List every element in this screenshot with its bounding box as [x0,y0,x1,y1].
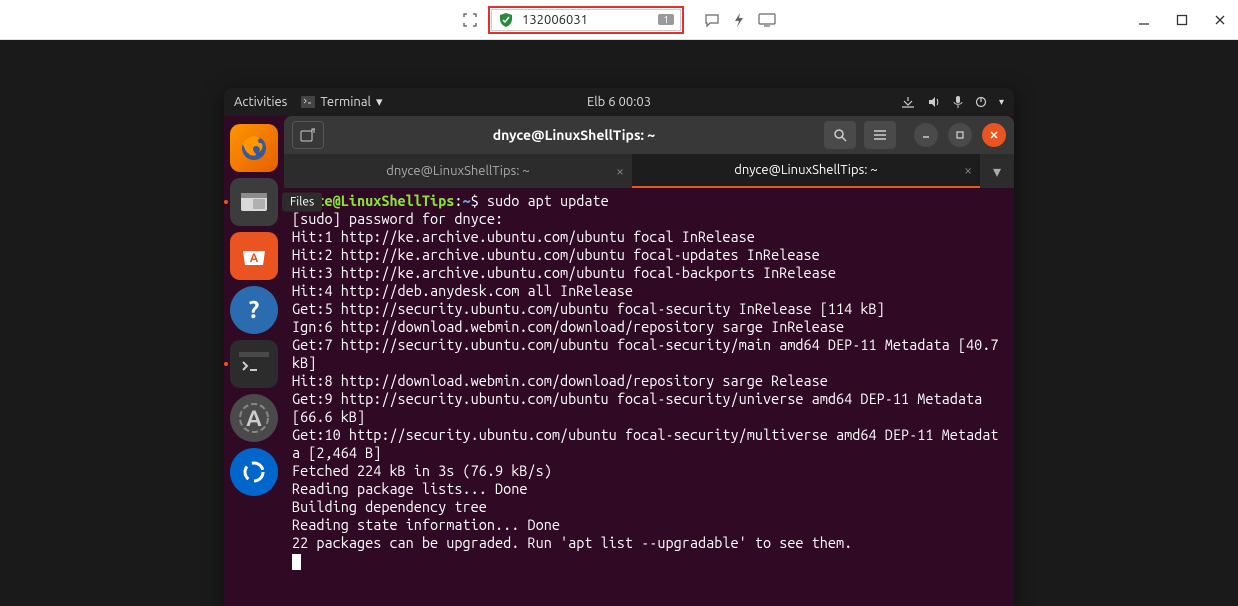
terminal-title: dnyce@LinuxShellTips: ~ [332,127,816,143]
close-button[interactable] [1210,10,1230,30]
terminal-small-icon [301,96,315,108]
terminal-tabs: dnyce@LinuxShellTips: ~ × dnyce@LinuxShe… [284,154,1014,188]
dock-running-indicator [224,200,228,204]
shield-icon [498,12,514,28]
activities-button[interactable]: Activities [234,95,287,109]
chevron-down-icon: ▾ [376,95,383,110]
topbar-clock[interactable]: Elb 6 00:03 [587,95,651,109]
dock-files[interactable]: Files [230,178,278,226]
terminal-close[interactable] [982,123,1006,147]
terminal-minimize[interactable] [914,123,938,147]
terminal-body[interactable]: dnyce@LinuxShellTips:~$ sudo apt update … [284,188,1014,606]
mic-icon[interactable] [953,95,963,109]
topbar-right: ▾ [901,95,1004,109]
anydesk-id-text: 132006031 [522,13,650,27]
power-icon[interactable] [975,96,987,108]
ubuntu-desktop-region: Activities Terminal ▾ Elb 6 00:03 ▾ [224,88,1014,606]
close-icon[interactable]: × [964,162,972,178]
anydesk-id-field[interactable]: 132006031 1 [491,9,681,31]
terminal-tab-label: dnyce@LinuxShellTips: ~ [386,164,529,178]
tabs-menu-button[interactable]: ▾ [980,154,1014,188]
close-icon[interactable]: × [616,163,624,179]
network-icon[interactable] [901,96,915,108]
anydesk-center: 132006031 1 [462,6,776,34]
anydesk-id-highlight: 132006031 1 [488,6,684,34]
chevron-down-icon[interactable]: ▾ [999,96,1004,108]
minimize-button[interactable] [1134,10,1154,30]
svg-text:A: A [246,406,262,431]
monitor-icon[interactable] [758,13,776,27]
maximize-button[interactable] [1172,10,1192,30]
dock-running-indicator [224,362,228,366]
terminal-headerbar: dnyce@LinuxShellTips: ~ [284,116,1014,154]
fullscreen-icon[interactable] [462,12,478,28]
new-tab-button[interactable] [292,121,324,149]
ubuntu-dock: Files A ? A [224,116,284,496]
menu-button[interactable] [864,121,896,149]
chat-icon[interactable] [704,12,720,28]
lightning-icon[interactable] [732,12,746,28]
terminal-tab-label: dnyce@LinuxShellTips: ~ [734,163,877,177]
dock-files-tooltip: Files [282,193,322,212]
remote-desktop: Activities Terminal ▾ Elb 6 00:03 ▾ [0,40,1238,606]
gnome-topbar: Activities Terminal ▾ Elb 6 00:03 ▾ [224,88,1014,116]
terminal-window: dnyce@LinuxShellTips: ~ dnyce@LinuxShell… [284,116,1014,606]
anydesk-action-icons [704,12,776,28]
dock-software[interactable]: A [230,232,278,280]
topbar-left: Activities Terminal ▾ [234,95,382,110]
svg-text:?: ? [249,296,260,323]
terminal-maximize[interactable] [948,123,972,147]
dock-firefox[interactable] [230,124,278,172]
topbar-app-label: Terminal [320,95,371,109]
anydesk-titlebar: 132006031 1 [0,0,1238,40]
search-button[interactable] [824,121,856,149]
window-controls [1134,0,1230,40]
dock-help[interactable]: ? [230,286,278,334]
dock-software-updater[interactable]: A [230,394,278,442]
terminal-window-controls [914,123,1006,147]
volume-icon[interactable] [927,96,941,108]
anydesk-session-badge: 1 [658,14,674,25]
terminal-tab-2[interactable]: dnyce@LinuxShellTips: ~ × [632,154,980,188]
terminal-tab-1[interactable]: dnyce@LinuxShellTips: ~ × [284,154,632,188]
svg-text:A: A [250,252,259,265]
dock-anydesk[interactable] [230,448,278,496]
topbar-app-menu[interactable]: Terminal ▾ [301,95,382,110]
dock-terminal[interactable] [230,340,278,388]
